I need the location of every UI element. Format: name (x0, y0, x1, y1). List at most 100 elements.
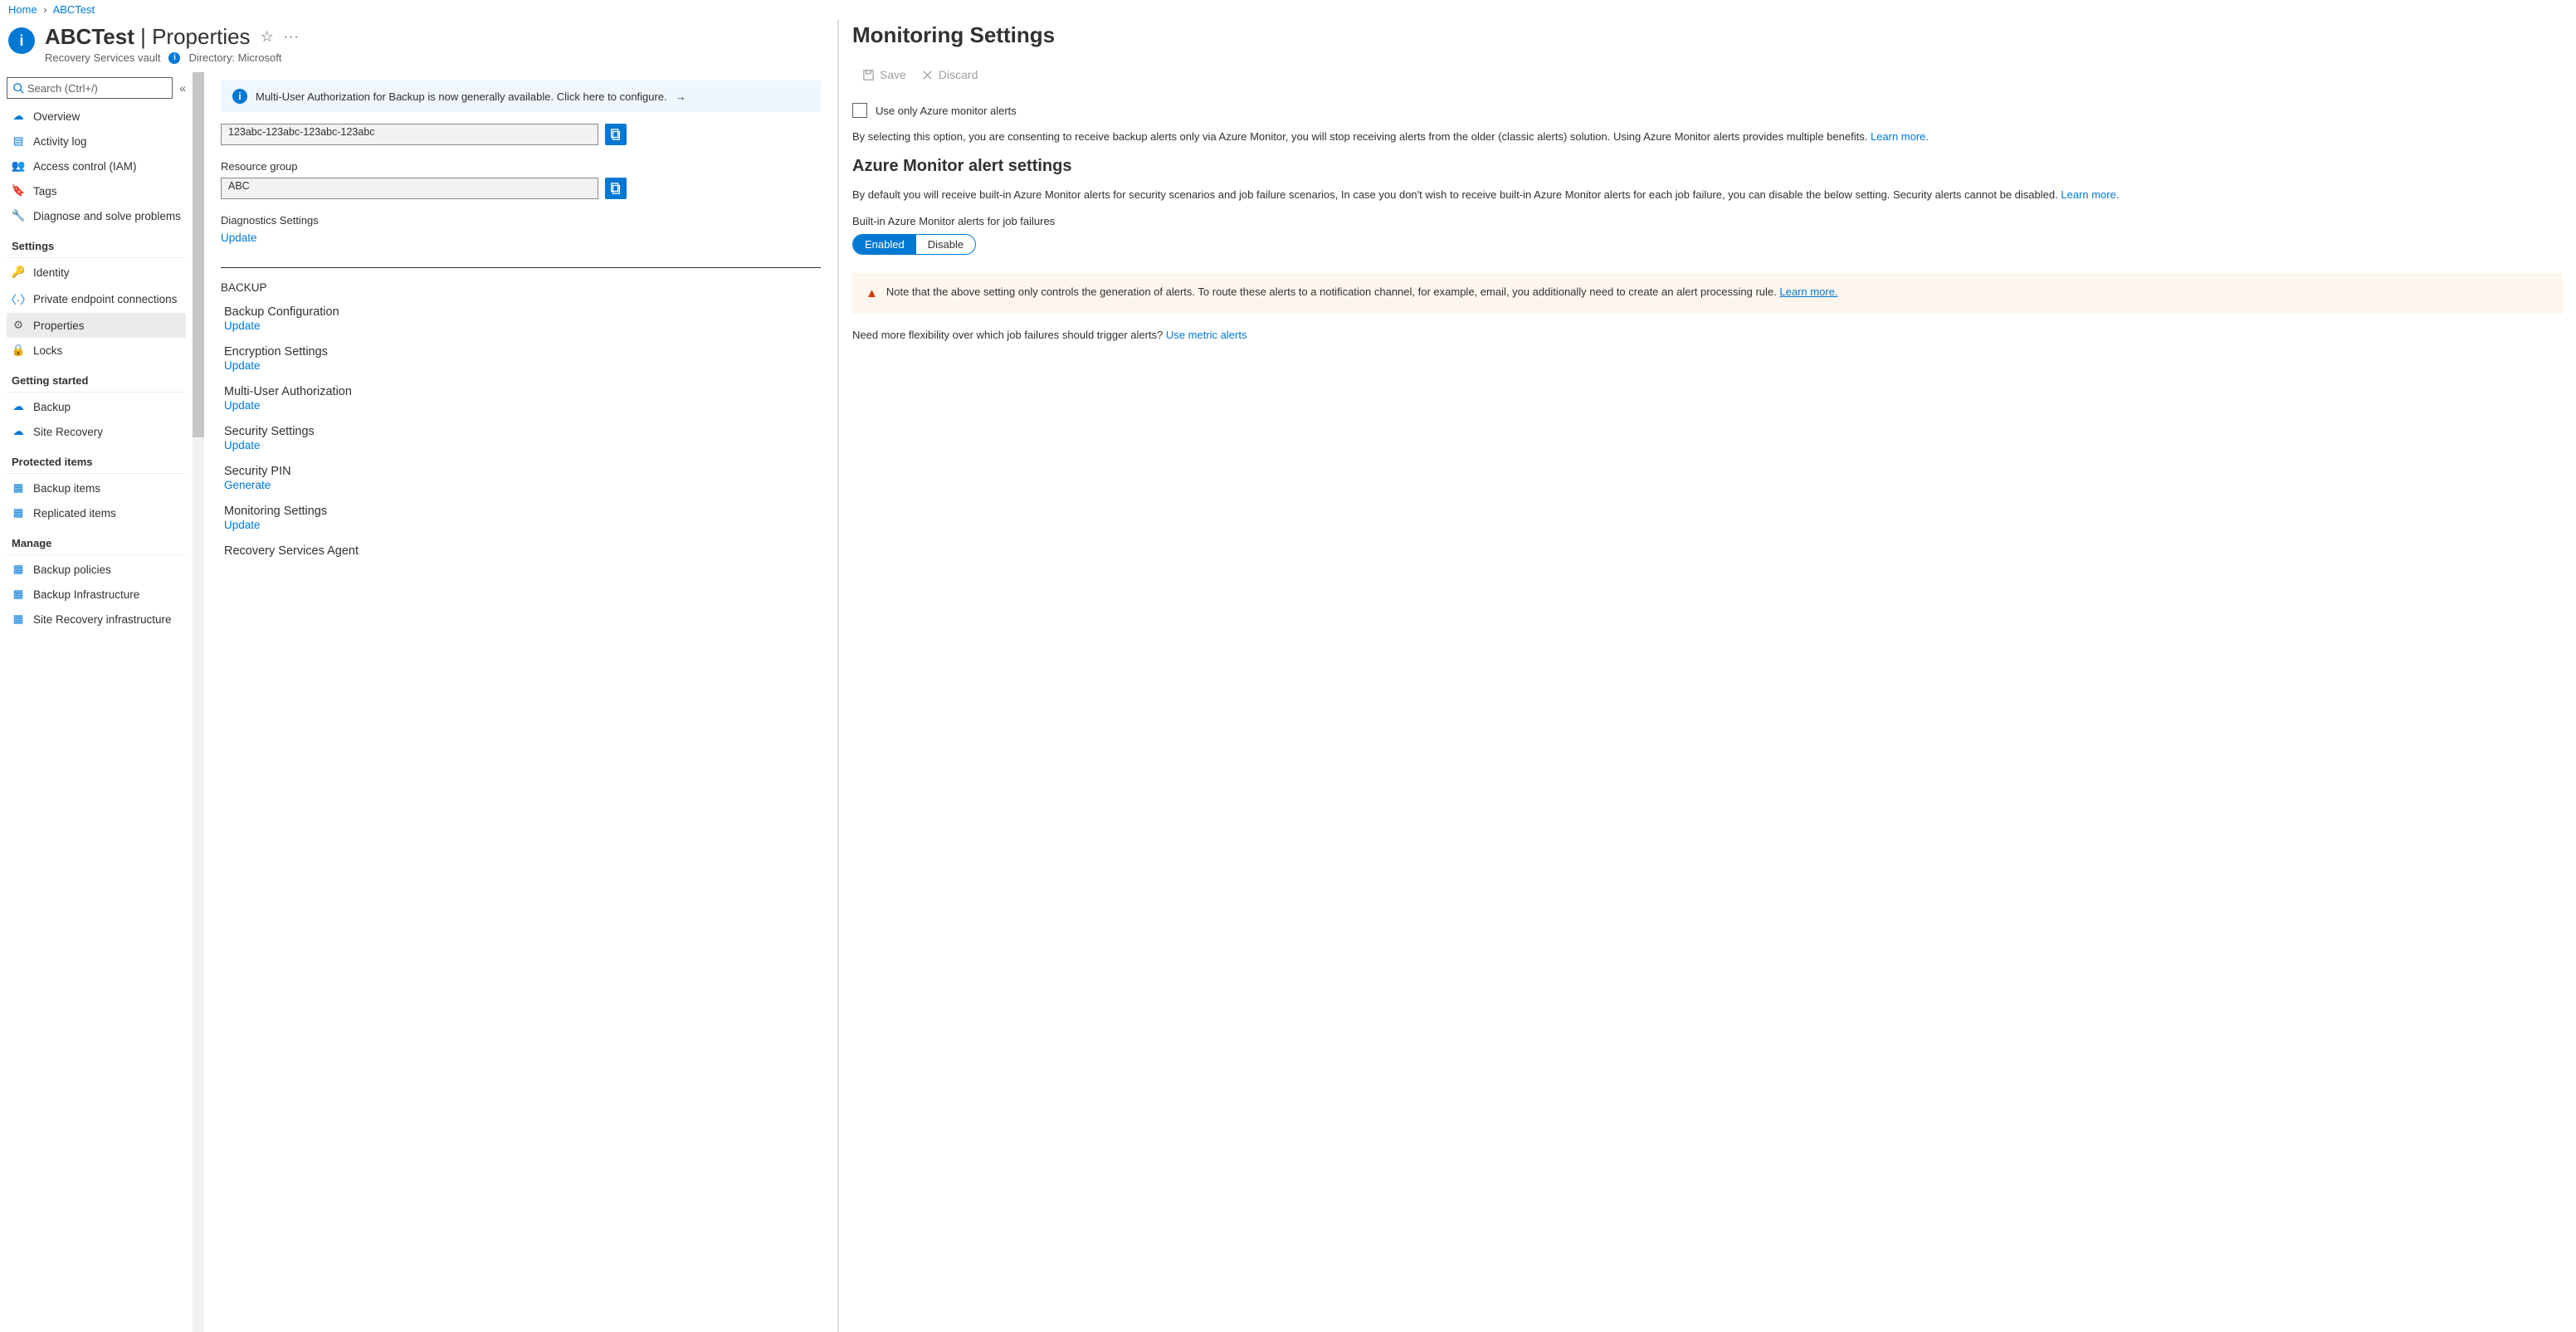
wrench-icon: 🔧 (12, 209, 25, 222)
divider (221, 267, 821, 268)
nav-private-endpoint[interactable]: 〈·〉Private endpoint connections (7, 285, 186, 313)
monitoring-settings-panel: Monitoring Settings Save Discard Use onl… (838, 19, 2576, 1332)
prop-encryption-action[interactable]: Update (224, 359, 821, 372)
resource-type-label: Recovery Services vault (45, 51, 160, 64)
arrow-right-icon: → (676, 90, 686, 103)
policies-icon: ▦ (12, 563, 25, 576)
subscription-id-field[interactable]: 123abc-123abc-123abc-123abc (221, 124, 598, 145)
more-menu-icon[interactable]: ··· (284, 30, 300, 45)
lock-icon: 🔒 (12, 344, 25, 357)
copy-icon (610, 129, 622, 140)
page-title: ABCTest | Properties (45, 24, 251, 50)
panel-paragraph-1: By selecting this option, you are consen… (852, 129, 2563, 145)
prop-encryption: Encryption Settings (224, 345, 821, 359)
section-protected: Protected items (7, 444, 186, 474)
copy-button[interactable] (605, 178, 627, 199)
nav-tags[interactable]: 🔖Tags (7, 178, 186, 203)
breadcrumb-home[interactable]: Home (8, 3, 37, 16)
collapse-sidebar-icon[interactable]: « (179, 81, 186, 95)
warn-learn-more-link[interactable]: Learn more. (1779, 285, 1837, 298)
warning-box: ▲ Note that the above setting only contr… (852, 273, 2563, 315)
nav-access-control[interactable]: 👥Access control (IAM) (7, 154, 186, 178)
save-icon (862, 69, 875, 81)
nav-backup[interactable]: ☁Backup (7, 394, 186, 419)
nav-overview[interactable]: ☁Overview (7, 104, 186, 129)
breadcrumb: Home › ABCTest (0, 0, 2576, 19)
copy-icon (610, 183, 622, 194)
nav-site-recovery-infra[interactable]: ▦Site Recovery infrastructure (7, 607, 186, 632)
prop-backup-config: Backup Configuration (224, 305, 821, 319)
nav-replicated-items[interactable]: ▦Replicated items (7, 500, 186, 525)
nav-backup-items[interactable]: ▦Backup items (7, 476, 186, 500)
main-content: i Multi-User Authorization for Backup is… (204, 72, 837, 1332)
job-failures-toggle-label: Built-in Azure Monitor alerts for job fa… (852, 215, 2563, 227)
infra-icon: ▦ (12, 588, 25, 601)
toggle-disable[interactable]: Disable (916, 235, 975, 254)
job-failures-toggle[interactable]: Enabled Disable (852, 234, 976, 255)
save-button[interactable]: Save (862, 68, 906, 81)
copy-button[interactable] (605, 124, 627, 145)
prop-monitoring: Monitoring Settings (224, 505, 821, 518)
properties-icon: ⚙ (12, 319, 25, 332)
breadcrumb-sep: › (43, 3, 46, 16)
section-getting-started: Getting started (7, 363, 186, 393)
nav-backup-infrastructure[interactable]: ▦Backup Infrastructure (7, 582, 186, 607)
prop-security-action[interactable]: Update (224, 439, 821, 451)
info-icon[interactable]: i (168, 52, 180, 64)
scrollbar[interactable] (193, 72, 204, 1332)
nav-locks[interactable]: 🔒Locks (7, 338, 186, 363)
discard-button[interactable]: Discard (921, 68, 978, 81)
close-icon (921, 69, 934, 81)
overview-icon: ☁ (12, 110, 25, 123)
panel-title: Monitoring Settings (852, 22, 2563, 48)
learn-more-link-2[interactable]: Learn more. (2061, 188, 2119, 201)
vault-icon: i (8, 27, 35, 54)
replicated-icon: ▦ (12, 506, 25, 520)
banner-text: Multi-User Authorization for Backup is n… (256, 90, 667, 103)
identity-icon: 🔑 (12, 266, 25, 279)
learn-more-link[interactable]: Learn more. (1871, 130, 1929, 143)
section-settings: Settings (7, 228, 186, 258)
nav-diagnose[interactable]: 🔧Diagnose and solve problems (7, 203, 186, 228)
backup-items-icon: ▦ (12, 481, 25, 495)
info-icon: i (232, 89, 247, 104)
nav-identity[interactable]: 🔑Identity (7, 260, 186, 285)
prop-mua: Multi-User Authorization (224, 385, 821, 398)
info-banner[interactable]: i Multi-User Authorization for Backup is… (221, 81, 821, 112)
directory-label: Directory: Microsoft (188, 51, 281, 64)
prop-security: Security Settings (224, 425, 821, 438)
prop-security-pin-action[interactable]: Generate (224, 479, 821, 491)
nav-activity-log[interactable]: ▤Activity log (7, 129, 186, 154)
toggle-enabled[interactable]: Enabled (853, 235, 916, 254)
endpoint-icon: 〈·〉 (12, 290, 25, 307)
azure-monitor-heading: Azure Monitor alert settings (852, 157, 2563, 176)
nav-properties[interactable]: ⚙Properties (7, 313, 186, 338)
resource-group-label: Resource group (221, 160, 821, 173)
warning-icon: ▲ (866, 285, 878, 303)
panel-footer: Need more flexibility over which job fai… (852, 329, 2563, 341)
iam-icon: 👥 (12, 159, 25, 173)
use-only-azure-monitor-checkbox[interactable] (852, 103, 867, 118)
section-manage: Manage (7, 525, 186, 555)
resource-group-field[interactable]: ABC (221, 178, 598, 199)
sr-infra-icon: ▦ (12, 612, 25, 626)
use-metric-alerts-link[interactable]: Use metric alerts (1166, 329, 1247, 341)
search-input[interactable]: Search (Ctrl+/) (7, 77, 173, 99)
prop-backup-config-action[interactable]: Update (224, 320, 821, 332)
prop-security-pin: Security PIN (224, 465, 821, 478)
log-icon: ▤ (12, 134, 25, 148)
diagnostics-update-link[interactable]: Update (221, 232, 821, 244)
nav-backup-policies[interactable]: ▦Backup policies (7, 557, 186, 582)
tag-icon: 🔖 (12, 184, 25, 198)
site-recovery-icon: ☁ (12, 425, 25, 438)
checkbox-label: Use only Azure monitor alerts (876, 105, 1017, 117)
prop-mua-action[interactable]: Update (224, 399, 821, 412)
resource-header: i ABCTest | Properties ☆ ··· Recovery Se… (0, 19, 837, 72)
diagnostics-label: Diagnostics Settings (221, 214, 821, 227)
sidebar: Search (Ctrl+/) « ☁Overview ▤Activity lo… (0, 72, 193, 1332)
nav-site-recovery[interactable]: ☁Site Recovery (7, 419, 186, 444)
breadcrumb-resource[interactable]: ABCTest (53, 3, 95, 16)
prop-monitoring-action[interactable]: Update (224, 519, 821, 531)
favorite-star-icon[interactable]: ☆ (261, 28, 274, 46)
prop-rsa: Recovery Services Agent (224, 544, 821, 558)
